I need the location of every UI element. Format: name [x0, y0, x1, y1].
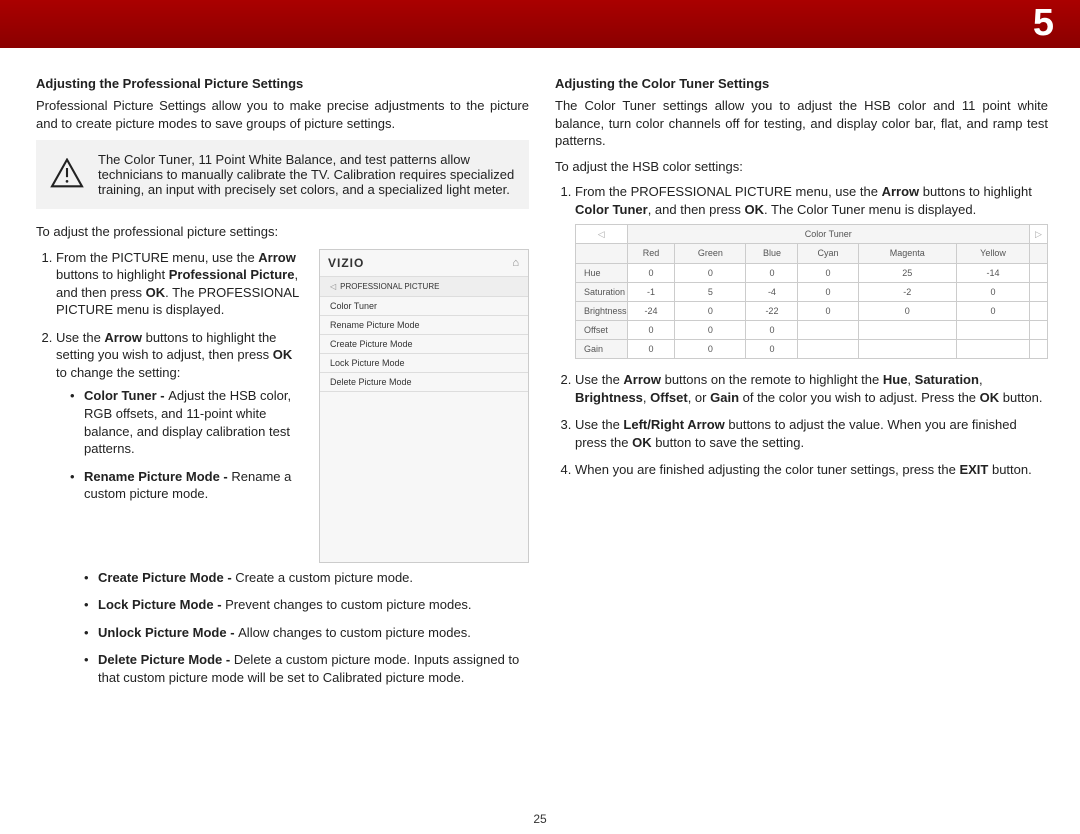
menu-brand: VIZIO [328, 256, 364, 270]
page-body: Adjusting the Professional Picture Setti… [0, 48, 1080, 696]
professional-picture-menu: VIZIO⌂ PROFESSIONAL PICTURE Color Tuner … [319, 249, 529, 563]
table-row: Brightness-240-22000 [576, 301, 1048, 320]
right-lead: To adjust the HSB color settings: [555, 158, 1048, 176]
bullet-create: Create Picture Mode - Create a custom pi… [84, 569, 529, 587]
bullet-rename: Rename Picture Mode - Rename a custom pi… [70, 468, 305, 503]
warning-icon [50, 158, 84, 188]
table-title: Color Tuner [627, 225, 1029, 244]
right-steps: From the PROFESSIONAL PICTURE menu, use … [555, 183, 1048, 479]
left-step-1: From the PICTURE menu, use the Arrow but… [56, 249, 305, 319]
color-tuner-table: ◁Color Tuner▷ RedGreenBlueCyanMagentaYel… [575, 224, 1048, 359]
left-bullets: Color Tuner - Adjust the HSB color, RGB … [56, 387, 305, 502]
bullet-lock: Lock Picture Mode - Prevent changes to c… [84, 596, 529, 614]
menu-item: Color Tuner [320, 297, 528, 316]
warning-text: The Color Tuner, 11 Point White Balance,… [98, 152, 515, 197]
left-bullets-cont: Create Picture Mode - Create a custom pi… [36, 569, 529, 687]
page-number: 25 [0, 812, 1080, 826]
home-icon: ⌂ [512, 257, 520, 269]
right-arrow-icon: ▷ [1030, 225, 1048, 244]
left-lead: To adjust the professional picture setti… [36, 223, 529, 241]
right-intro: The Color Tuner settings allow you to ad… [555, 97, 1048, 150]
right-step-3: Use the Left/Right Arrow buttons to adju… [575, 416, 1048, 451]
table-row: Saturation-15-40-20 [576, 282, 1048, 301]
bullet-unlock: Unlock Picture Mode - Allow changes to c… [84, 624, 529, 642]
left-step-2: Use the Arrow buttons to highlight the s… [56, 329, 305, 503]
table-row: Hue000025-14 [576, 263, 1048, 282]
left-steps: From the PICTURE menu, use the Arrow but… [36, 249, 305, 503]
menu-crumb: PROFESSIONAL PICTURE [320, 277, 528, 297]
right-step-4: When you are finished adjusting the colo… [575, 461, 1048, 479]
left-column: Adjusting the Professional Picture Setti… [36, 76, 529, 696]
table-row: Offset000 [576, 320, 1048, 339]
header-bar: 5 [0, 0, 1080, 48]
bullet-delete: Delete Picture Mode - Delete a custom pi… [84, 651, 529, 686]
left-arrow-icon: ◁ [576, 225, 628, 244]
menu-item: Rename Picture Mode [320, 316, 528, 335]
menu-item: Lock Picture Mode [320, 354, 528, 373]
menu-item: Delete Picture Mode [320, 373, 528, 392]
table-row: Gain000 [576, 340, 1048, 359]
menu-item: Create Picture Mode [320, 335, 528, 354]
left-heading: Adjusting the Professional Picture Setti… [36, 76, 529, 91]
bullet-color-tuner: Color Tuner - Adjust the HSB color, RGB … [70, 387, 305, 457]
right-step-1: From the PROFESSIONAL PICTURE menu, use … [575, 183, 1048, 359]
left-intro: Professional Picture Settings allow you … [36, 97, 529, 132]
warning-box: The Color Tuner, 11 Point White Balance,… [36, 140, 529, 209]
right-step-2: Use the Arrow buttons on the remote to h… [575, 371, 1048, 406]
chapter-number: 5 [1033, 2, 1054, 45]
right-column: Adjusting the Color Tuner Settings The C… [555, 76, 1048, 696]
right-heading: Adjusting the Color Tuner Settings [555, 76, 1048, 91]
